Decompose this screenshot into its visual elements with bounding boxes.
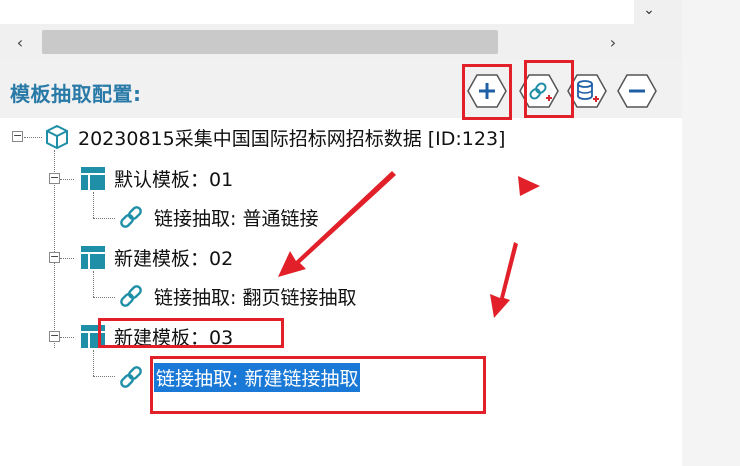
scroll-left-arrow[interactable]: ‹	[8, 32, 32, 54]
link-extract-label: 链接抽取: 翻页链接抽取	[154, 286, 357, 309]
annotation-box-new-link	[150, 356, 486, 414]
scroll-right-arrow[interactable]: ›	[600, 32, 626, 54]
link-icon	[120, 285, 142, 307]
template-label: 新建模板：02	[114, 247, 234, 270]
annotation-box-template	[98, 318, 284, 348]
scroll-thumb[interactable]	[42, 30, 498, 54]
annotation-box-link	[524, 60, 574, 118]
template-node[interactable]: 新建模板：02	[80, 242, 233, 272]
scroll-down-arrow[interactable]: ⌄	[634, 0, 664, 22]
annotation-arrow	[490, 242, 518, 318]
template-icon	[81, 167, 105, 190]
cube-icon	[46, 124, 68, 150]
horizontal-scrollbar[interactable]: ‹ ›	[0, 28, 640, 56]
annotation-arrow	[518, 176, 540, 196]
remove-button[interactable]	[616, 72, 658, 110]
annotation-arrow	[278, 171, 396, 277]
root-expander[interactable]: −	[12, 130, 23, 142]
upper-list-area	[0, 0, 634, 24]
tree-connector	[93, 192, 94, 218]
link-icon	[120, 366, 142, 388]
template-expander[interactable]: −	[49, 330, 60, 342]
tree-connector	[60, 337, 74, 338]
tree-connector	[60, 179, 74, 180]
template-node[interactable]: 默认模板：01	[80, 163, 233, 193]
template-icon	[81, 246, 105, 269]
upper-pane: ⌄ ‹ ›	[0, 0, 682, 60]
tree-connector	[93, 218, 115, 219]
annotation-box-add	[462, 64, 512, 120]
tree-connector	[93, 271, 94, 297]
panel-title: 模板抽取配置:	[10, 82, 142, 106]
template-expander[interactable]: −	[49, 251, 60, 263]
minus-icon	[617, 74, 657, 108]
tree-connector	[24, 137, 42, 138]
side-gutter	[682, 0, 740, 466]
link-icon	[120, 206, 142, 228]
root-label: 20230815采集中国国际招标网招标数据 [ID:123]	[78, 127, 506, 150]
tree-connector	[93, 297, 115, 298]
tree-connector	[93, 376, 115, 377]
template-label: 默认模板：01	[114, 168, 234, 191]
tree-connector	[60, 258, 74, 259]
tree-connector	[93, 350, 94, 376]
link-extract-node[interactable]: 链接抽取: 翻页链接抽取	[116, 281, 356, 311]
tree-root[interactable]: 20230815采集中国国际招标网招标数据 [ID:123]	[44, 122, 505, 152]
template-expander[interactable]: −	[49, 172, 60, 184]
